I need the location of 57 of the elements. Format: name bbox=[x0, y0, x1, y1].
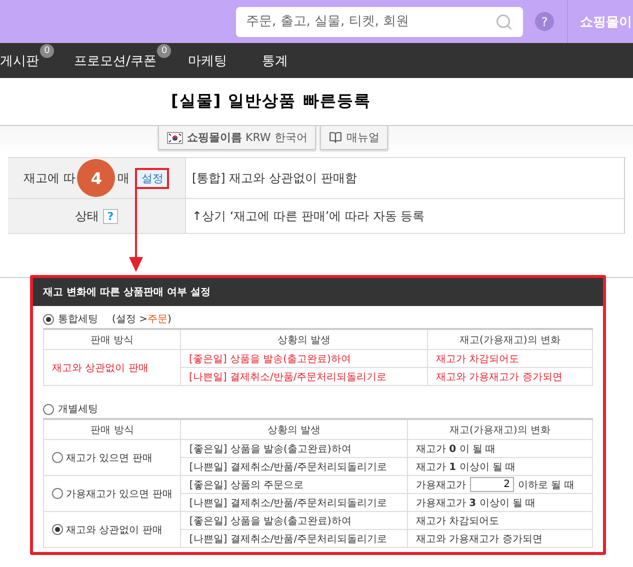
event-text: [나쁜일] 결제취소/반품/주문처리되돌리기로 bbox=[189, 372, 387, 382]
popup-title: 재고 변화에 따른 상품판매 여부 설정 bbox=[43, 286, 210, 299]
field-label: 재고에 따 bbox=[24, 170, 76, 186]
menu-path: (설정 >주문) bbox=[112, 313, 172, 326]
stock-change: 가용재고가 bbox=[416, 478, 466, 492]
event-text: [좋은일] 상품을 발송(출고완료)하여 bbox=[189, 516, 352, 526]
event-text: [나쁜일] 결제취소/반품/주문처리되돌리기로 bbox=[189, 534, 388, 544]
nav-item[interactable]: 마케팅 bbox=[188, 52, 227, 70]
sale-method: 재고가 있으면 판매 bbox=[66, 452, 152, 464]
stock-change: 재고가 차감되어도 bbox=[416, 516, 500, 526]
radio-button[interactable] bbox=[52, 488, 63, 499]
stock-change: 가용재고가 3 이상이 될 때 bbox=[416, 498, 536, 508]
column-header: 재고(가용재고)의 변화 bbox=[407, 419, 592, 440]
nav-item[interactable]: 게시판 bbox=[0, 52, 39, 70]
mode-label: 개별세팅 bbox=[58, 403, 98, 416]
event-text: [나쁜일] 결제취소/반품/주문처리되돌리기로 bbox=[189, 462, 388, 472]
column-header: 판매 방식 bbox=[44, 419, 181, 440]
event-text: [좋은일] 상품의 주문으로 bbox=[189, 480, 304, 490]
manual-tab[interactable]: 매뉴얼 bbox=[320, 126, 388, 150]
field-label: 매 bbox=[117, 170, 130, 186]
mode-label: 통합세팅 bbox=[58, 313, 98, 326]
stock-change: 재고가 0 이 될 때 bbox=[416, 444, 496, 454]
field-value: ↑상기 ‘재고에 따른 판매’에 따라 자동 등록 bbox=[192, 208, 425, 222]
column-header: 상황의 발생 bbox=[180, 329, 428, 350]
search-field[interactable]: 주문, 출고, 실물, 티켓, 회원 bbox=[236, 6, 523, 36]
order-link[interactable]: 주문 bbox=[147, 314, 168, 325]
step-badge: 4 bbox=[77, 159, 116, 197]
sale-method: 재고와 상관없이 판매 bbox=[52, 362, 148, 374]
column-header: 재고(가용재고)의 변화 bbox=[428, 329, 592, 350]
column-header: 판매 방식 bbox=[44, 329, 180, 350]
event-text: [좋은일] 상품을 발송(출고완료)하여 bbox=[189, 354, 351, 364]
stock-change: 재고와 가용재고가 증가되면 bbox=[416, 534, 542, 544]
radio-button[interactable] bbox=[52, 524, 63, 535]
stock-change: 이하로 될 때 bbox=[518, 478, 574, 492]
book-icon bbox=[329, 131, 342, 144]
sale-method: 재고와 상관없이 판매 bbox=[66, 524, 162, 536]
field-label: 상태 bbox=[75, 208, 99, 224]
nav-item[interactable]: 통계 bbox=[262, 52, 288, 70]
threshold-input[interactable]: 2 bbox=[470, 477, 514, 492]
count-badge: 0 bbox=[40, 44, 54, 58]
settings-button[interactable]: 설정 bbox=[135, 168, 170, 188]
stock-change: 재고가 1 이상이 될 때 bbox=[416, 462, 516, 472]
stock-change: 재고가 차감되어도 bbox=[436, 354, 520, 364]
event-text: [좋은일] 상품을 발송(출고완료)하여 bbox=[189, 444, 352, 454]
column-header: 상황의 발생 bbox=[180, 419, 408, 440]
count-badge: 0 bbox=[157, 44, 172, 58]
field-value: [통합] 재고와 상관없이 판매함 bbox=[192, 170, 357, 184]
sale-method: 가용재고가 있으면 판매 bbox=[66, 488, 172, 500]
radio-button[interactable] bbox=[43, 404, 54, 414]
nav-item[interactable]: 프로모션/쿠폰 bbox=[74, 52, 156, 70]
shop-tab[interactable]: 쇼핑몰이름 KRW 한국어 bbox=[158, 126, 316, 150]
radio-button[interactable] bbox=[43, 314, 54, 324]
event-text: [나쁜일] 결제취소/반품/주문처리되돌리기로 bbox=[189, 498, 388, 508]
stock-change: 재고와 가용재고가 증가되면 bbox=[436, 372, 562, 382]
flag-icon bbox=[167, 132, 183, 144]
page-title: [실물] 일반상품 빠른등록 bbox=[171, 91, 371, 112]
radio-button[interactable] bbox=[52, 452, 63, 463]
